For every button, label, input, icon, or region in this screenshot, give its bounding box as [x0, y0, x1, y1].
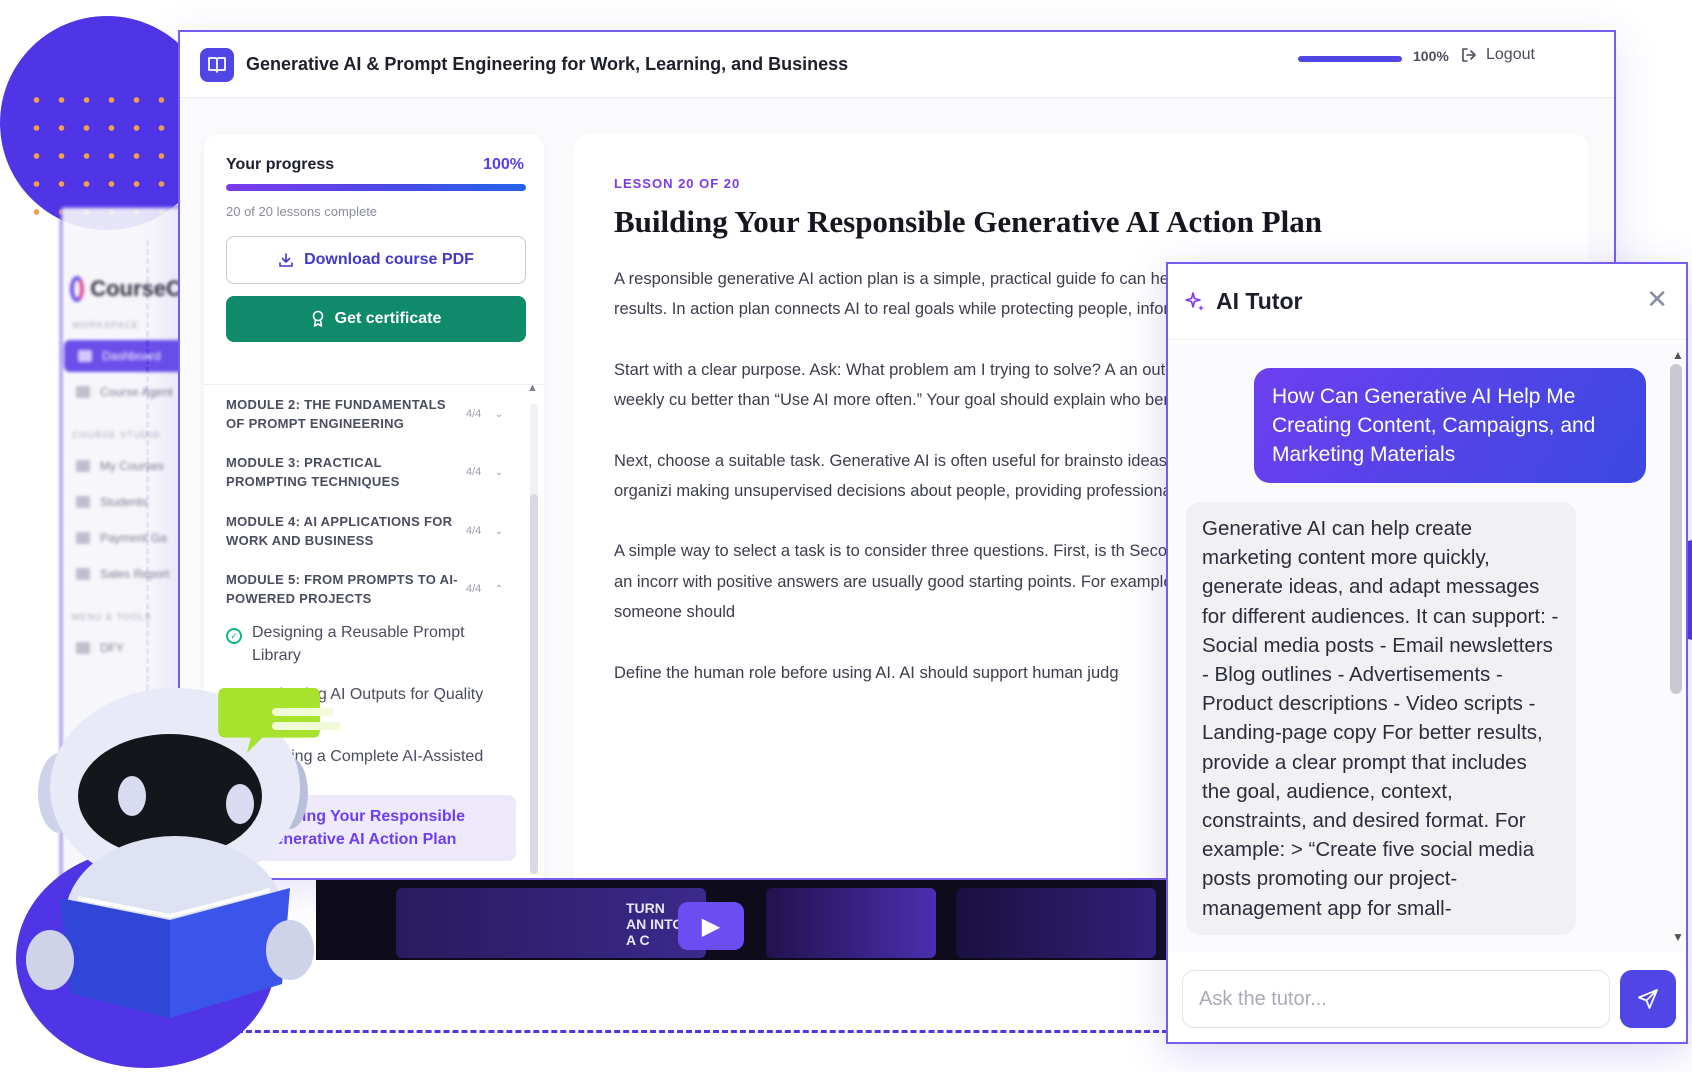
play-icon: ▶ [701, 912, 721, 940]
tutor-response: Generative AI can help create marketing … [1186, 502, 1576, 935]
close-icon[interactable]: ✕ [1646, 286, 1668, 312]
sidebar-item-sales[interactable]: Sales Report [62, 558, 188, 590]
agent-icon [76, 386, 90, 398]
courses-icon [76, 460, 90, 472]
section-label: WORKSPACE [72, 320, 139, 330]
sidebar-item-students[interactable]: Students [62, 486, 188, 518]
course-progress-bar [1298, 56, 1402, 62]
progress-bar [226, 184, 526, 191]
scroll-up-arrow[interactable]: ▲ [1672, 348, 1684, 362]
logo-icon [70, 276, 85, 302]
chevron-up-icon: ⌃ [494, 583, 504, 595]
progress-fill [226, 184, 526, 191]
sparkle-icon [1185, 291, 1204, 311]
module-item[interactable]: MODULE 3: PRACTICAL PROMPTING TECHNIQUES… [226, 445, 516, 499]
download-icon [279, 253, 293, 267]
sidebar-item-payment[interactable]: Payment Ga [62, 522, 188, 554]
video-frame [956, 888, 1156, 958]
sidebar-item-dfy[interactable]: DFY [62, 632, 188, 664]
get-certificate-button[interactable]: Get certificate [226, 296, 526, 342]
sidebar-item-course-agent[interactable]: Course Agent [62, 376, 188, 408]
module-item[interactable]: MODULE 4: AI APPLICATIONS FOR WORK AND B… [226, 504, 516, 558]
sidebar-scroll-thumb[interactable] [530, 494, 538, 874]
dfy-icon [76, 642, 90, 654]
dashboard-icon [78, 350, 92, 362]
lesson-item[interactable]: ✓ Designing a Reusable Prompt Library [226, 621, 516, 667]
sidebar-item-dashboard[interactable]: Dashboard [64, 340, 188, 372]
lesson-title: Building Your Responsible Generative AI … [614, 204, 1322, 239]
logout-icon [1462, 48, 1476, 62]
chevron-down-icon: ⌄ [494, 466, 504, 478]
tutor-conversation[interactable]: How Can Generative AI Help Me Creating C… [1168, 342, 1686, 952]
section-label: MENU & TOOLS [72, 612, 152, 622]
module-item[interactable]: MODULE 2: THE FUNDAMENTALS OF PROMPT ENG… [226, 387, 516, 441]
sidebar-item-my-courses[interactable]: My Courses [62, 450, 188, 482]
check-circle-icon: ✓ [226, 628, 242, 644]
progress-subtitle: 20 of 20 lessons complete [226, 204, 378, 219]
lesson-number: LESSON 20 OF 20 [614, 176, 741, 191]
book-icon [200, 47, 234, 82]
tutor-header: AI Tutor ✕ [1168, 264, 1686, 340]
section-label: COURSE STUDIO [72, 430, 161, 440]
logout-button[interactable]: Logout [1460, 46, 1535, 64]
chart-icon [76, 568, 90, 580]
play-button[interactable]: ▶ [678, 902, 744, 950]
progress-percent: 100% [483, 156, 524, 173]
progress-title: Your progress [226, 156, 335, 173]
send-icon [1638, 989, 1658, 1009]
video-preview[interactable]: TURN AN INTO A C ▶ [316, 880, 1166, 960]
video-overlay-text: TURN AN INTO A C [626, 900, 684, 948]
ai-tutor-panel: AI Tutor ✕ How Can Generative AI Help Me… [1166, 262, 1688, 1044]
robot-mascot [26, 688, 340, 1018]
scroll-up-arrow[interactable]: ▲ [527, 382, 538, 394]
course-title: Generative AI & Prompt Engineering for W… [246, 54, 849, 74]
chevron-down-icon: ⌄ [494, 408, 504, 420]
award-icon [312, 310, 323, 327]
payment-icon [76, 532, 90, 544]
tutor-input[interactable] [1182, 970, 1610, 1028]
top-bar: Generative AI & Prompt Engineering for W… [180, 32, 1614, 98]
download-pdf-button[interactable]: Download course PDF [226, 236, 526, 284]
module-item-expanded[interactable]: MODULE 5: FROM PROMPTS TO AI-POWERED PRO… [226, 562, 516, 616]
send-button[interactable] [1620, 970, 1676, 1028]
user-message: How Can Generative AI Help Me Creating C… [1254, 368, 1646, 483]
students-icon [76, 496, 90, 508]
video-frame [766, 888, 936, 958]
tutor-title: AI Tutor [1216, 288, 1303, 314]
course-progress-label: 100% [1413, 48, 1449, 64]
chevron-down-icon: ⌄ [494, 525, 504, 537]
tutor-scroll-thumb[interactable] [1670, 364, 1682, 694]
scroll-down-arrow[interactable]: ▼ [1672, 930, 1684, 944]
background-logo: CourseCl [62, 208, 188, 302]
